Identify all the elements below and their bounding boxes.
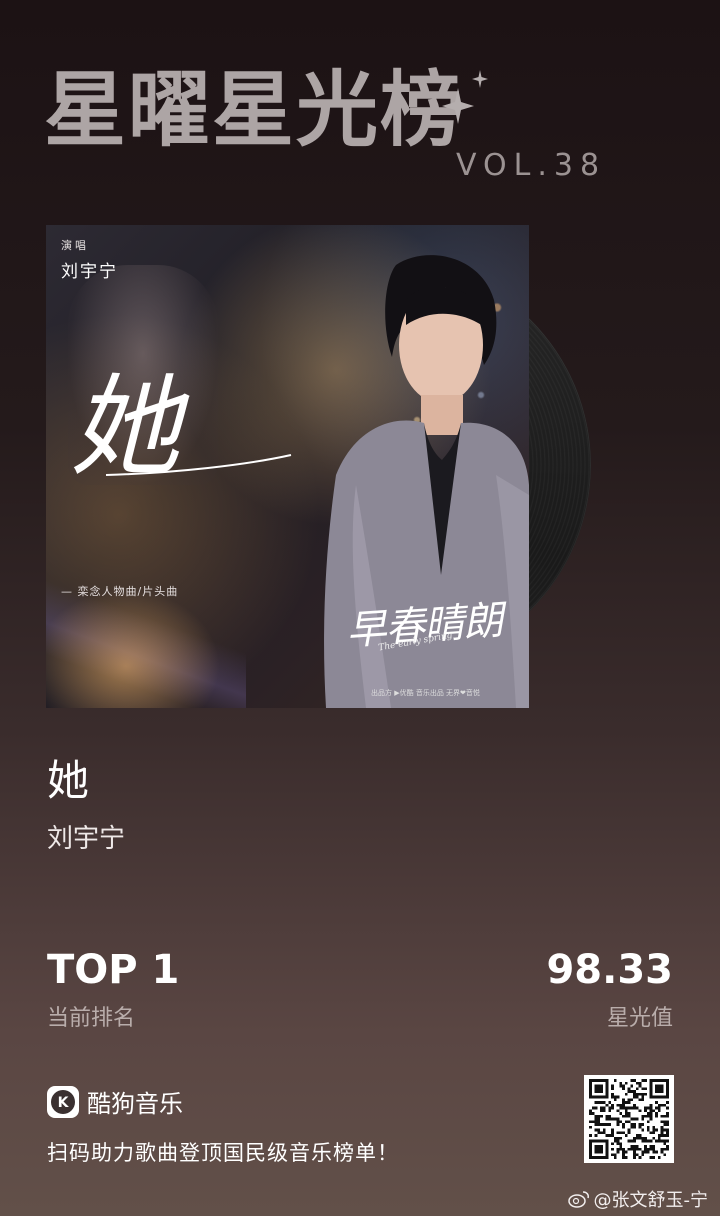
song-title: 她	[47, 756, 90, 805]
cover-vocal-label: 演唱	[61, 239, 89, 252]
album-cover[interactable]: 演唱 刘宇宁 她 — 栾念人物曲/片头曲 早春晴朗 The early spri…	[46, 225, 529, 708]
chart-title: 星曜星光榜	[44, 63, 465, 158]
weibo-icon	[567, 1191, 589, 1208]
cover-drama-title: 早春晴朗	[344, 597, 504, 655]
cover-song-calligraphy: 她	[70, 363, 292, 491]
rank-value: TOP 1	[47, 947, 180, 993]
brand-name: 酷狗音乐	[87, 1090, 183, 1118]
cover-credits: 出品方 ▶优酷 音乐出品 无界❤音悦	[371, 689, 480, 697]
sparkle-icon	[442, 70, 488, 124]
weibo-watermark: @张文舒玉-宁	[567, 1186, 709, 1212]
score-label: 星光值	[606, 1006, 673, 1031]
qr-code[interactable]	[584, 1075, 674, 1163]
rank-label: 当前排名	[47, 1006, 136, 1031]
call-to-action: 扫码助力歌曲登顶国民级音乐榜单！	[47, 1141, 399, 1165]
score-value: 98.33	[546, 947, 673, 993]
watermark-text: @张文舒玉-宁	[593, 1190, 709, 1211]
artist-name: 刘宇宁	[47, 824, 126, 854]
volume-label: VOL.38	[456, 148, 607, 183]
kugou-logo-icon: K	[47, 1085, 79, 1118]
svg-text:K: K	[58, 1095, 70, 1111]
cover-singer-name: 刘宇宁	[61, 262, 118, 282]
kugou-brand[interactable]: K 酷狗音乐	[47, 1084, 183, 1119]
cover-subtitle: — 栾念人物曲/片头曲	[61, 585, 179, 598]
